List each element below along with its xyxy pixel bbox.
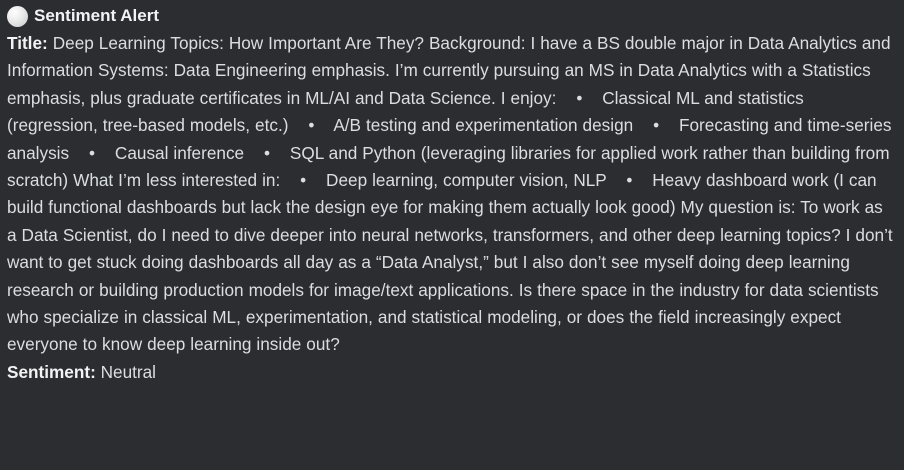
white-circle-icon [7, 5, 28, 27]
alert-title: Sentiment Alert [34, 6, 160, 25]
post-content: Title: Deep Learning Topics: How Importa… [7, 30, 896, 359]
sentiment-label: Sentiment: [7, 361, 96, 382]
post-title-label: Title: [7, 33, 48, 53]
sentiment-line: Sentiment: Neutral [7, 359, 896, 386]
post-text: Deep Learning Topics: How Important Are … [7, 33, 898, 355]
alert-header: Sentiment Alert [7, 2, 896, 30]
sentiment-alert-message: Sentiment Alert Title: Deep Learning Top… [0, 0, 904, 470]
sentiment-value: Neutral [100, 361, 156, 382]
